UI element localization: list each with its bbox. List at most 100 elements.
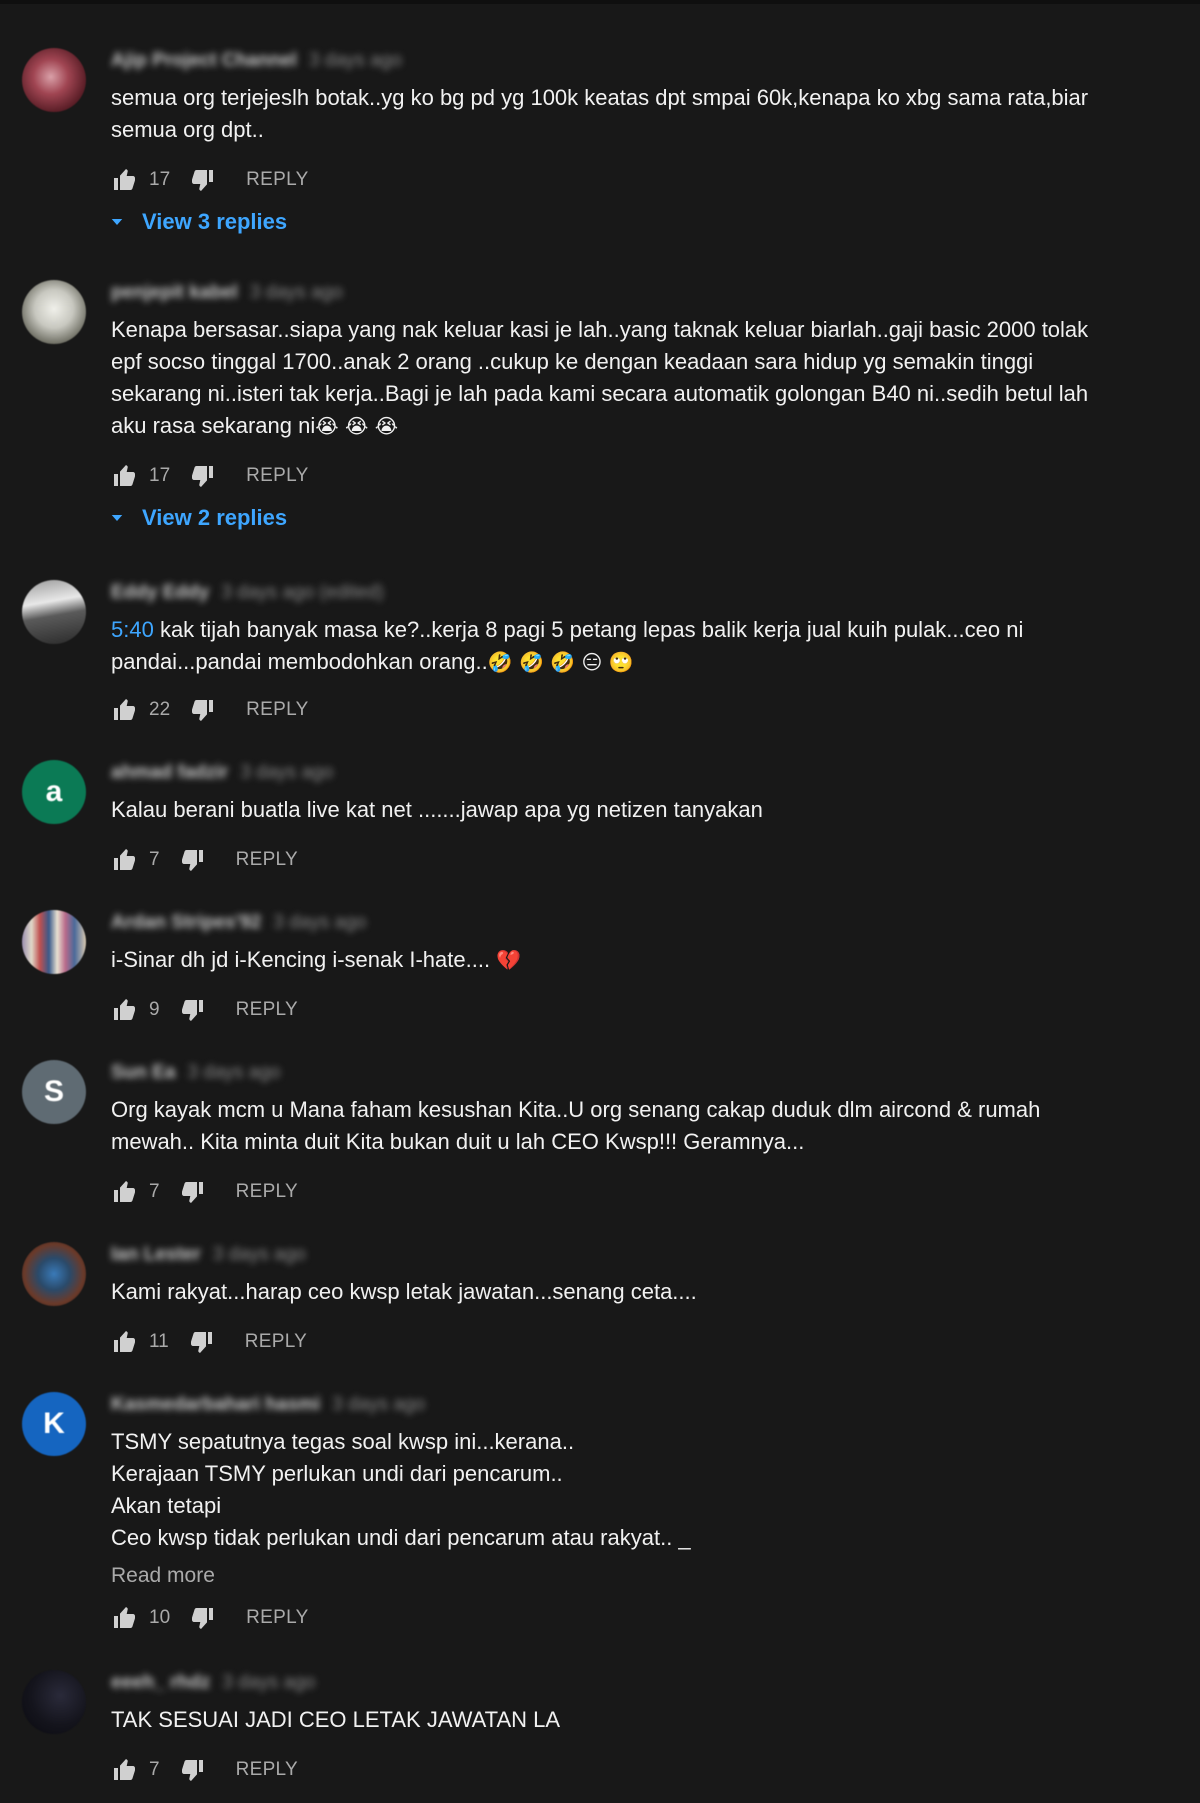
comment-time[interactable]: 3 days ago <box>187 1062 280 1084</box>
thumbs-down-icon[interactable] <box>180 847 206 873</box>
broken-heart-emoji: 💔 <box>496 948 522 972</box>
author-name[interactable]: Sun Ea <box>111 1062 175 1084</box>
author-name[interactable]: ahmad fadzir <box>111 762 228 784</box>
thumbs-up-icon[interactable] <box>111 847 137 873</box>
comment-line: semua org terjejeslh botak..yg ko bg pd … <box>111 85 1089 110</box>
reply-button[interactable]: REPLY <box>236 849 298 871</box>
thumbs-up-icon[interactable] <box>111 463 137 489</box>
author-name[interactable]: penjepit kabel <box>111 282 238 304</box>
video-timestamp-link[interactable]: 5:40 <box>111 617 154 642</box>
comment-text: semua org terjejeslh botak..yg ko bg pd … <box>111 82 1111 146</box>
reply-button[interactable]: REPLY <box>236 1181 298 1203</box>
thumbs-up-icon[interactable] <box>111 997 137 1023</box>
avatar[interactable] <box>22 48 86 112</box>
comment-time[interactable]: 3 days ago <box>222 1672 315 1694</box>
reply-button[interactable]: REPLY <box>246 1607 308 1629</box>
avatar[interactable] <box>22 1670 86 1734</box>
comment-line: Kami rakyat...harap ceo kwsp letak jawat… <box>111 1279 697 1304</box>
comment-line: TAK SESUAI JADI CEO LETAK JAWATAN LA <box>111 1707 561 1732</box>
laughing-emoji: 🤣 🤣 🤣 😑 🙄 <box>487 650 634 674</box>
reply-button[interactable]: REPLY <box>246 699 308 721</box>
comment-time[interactable]: 3 days ago <box>273 912 366 934</box>
avatar[interactable]: K <box>22 1392 86 1456</box>
comment-actions: 17 REPLY <box>111 462 309 490</box>
like-count: 17 <box>149 465 171 486</box>
reply-button[interactable]: REPLY <box>236 1759 298 1781</box>
comment-actions: 17 REPLY <box>111 166 309 194</box>
comment-time[interactable]: 3 days ago <box>332 1394 425 1416</box>
comment-actions: 7 REPLY <box>111 1756 298 1784</box>
comment-time[interactable]: 3 days ago (edited) <box>221 582 384 604</box>
author-name[interactable]: Ajip Project Channel <box>111 50 297 72</box>
view-replies-button[interactable]: View 3 replies <box>108 209 287 235</box>
reply-button[interactable]: REPLY <box>246 465 308 487</box>
thumbs-down-icon[interactable] <box>190 167 216 193</box>
read-more-link[interactable]: Read more <box>111 1560 1111 1592</box>
comment-text: TAK SESUAI JADI CEO LETAK JAWATAN LA <box>111 1704 1111 1736</box>
thumbs-down-icon[interactable] <box>190 463 216 489</box>
comment-header: Ardan Stripes'92 3 days ago <box>111 912 366 934</box>
comment-text: Kalau berani buatla live kat net .......… <box>111 794 1111 826</box>
thumbs-up-icon[interactable] <box>111 1605 137 1631</box>
thumbs-up-icon[interactable] <box>111 697 137 723</box>
author-name[interactable]: Ian Lester <box>111 1244 201 1266</box>
comment-header: Kasmedarbahari hasmi 3 days ago <box>111 1394 425 1416</box>
thumbs-down-icon[interactable] <box>190 1605 216 1631</box>
comment-line: Ceo kwsp tidak perlukan undi dari pencar… <box>111 1525 691 1550</box>
like-count: 22 <box>149 699 171 720</box>
thumbs-up-icon[interactable] <box>111 167 137 193</box>
thumbs-up-icon[interactable] <box>111 1329 137 1355</box>
comment-line: sekarang ni..isteri tak kerja..Bagi je l… <box>111 381 1089 406</box>
comment-line: epf socso tinggal 1700..anak 2 orang ..c… <box>111 349 1034 374</box>
comment-line-text: pandai...pandai membodohkan orang.. <box>111 649 488 674</box>
comment-line: Akan tetapi <box>111 1493 222 1518</box>
comment-header: eeeh_ rhdz 3 days ago <box>111 1672 315 1694</box>
view-replies-button[interactable]: View 2 replies <box>108 505 287 531</box>
comment-line: mewah.. Kita minta duit Kita bukan duit … <box>111 1129 805 1154</box>
comment-line: i-Sinar dh jd i-Kencing i-senak I-hate..… <box>111 944 1111 976</box>
comment-time[interactable]: 3 days ago <box>250 282 343 304</box>
comment-actions: 22 REPLY <box>111 696 309 724</box>
comment-actions: 11 REPLY <box>111 1328 307 1356</box>
thumbs-down-icon[interactable] <box>190 697 216 723</box>
thumbs-down-icon[interactable] <box>180 997 206 1023</box>
reply-button[interactable]: REPLY <box>245 1331 307 1353</box>
avatar[interactable] <box>22 280 86 344</box>
comment-line: semua org dpt.. <box>111 117 264 142</box>
like-count: 9 <box>149 999 160 1020</box>
avatar[interactable] <box>22 580 86 644</box>
thumbs-down-icon[interactable] <box>180 1757 206 1783</box>
like-count: 7 <box>149 1181 160 1202</box>
author-name[interactable]: Kasmedarbahari hasmi <box>111 1394 320 1416</box>
avatar[interactable] <box>22 1242 86 1306</box>
top-edge <box>0 0 1200 4</box>
comment-line: 5:40 kak tijah banyak masa ke?..kerja 8 … <box>111 614 1111 646</box>
comment-line: Kenapa bersasar..siapa yang nak keluar k… <box>111 317 1089 342</box>
comment-line-text: aku rasa sekarang ni <box>111 413 316 438</box>
thumbs-down-icon[interactable] <box>180 1179 206 1205</box>
chevron-down-icon <box>111 219 123 225</box>
thumbs-up-icon[interactable] <box>111 1757 137 1783</box>
reply-button[interactable]: REPLY <box>246 169 308 191</box>
comment-text: Org kayak mcm u Mana faham kesushan Kita… <box>111 1094 1111 1158</box>
author-name[interactable]: Eddy Eddy <box>111 582 209 604</box>
comment-text: Kami rakyat...harap ceo kwsp letak jawat… <box>111 1276 1111 1308</box>
comment-actions: 7 REPLY <box>111 1178 298 1206</box>
comment-text: i-Sinar dh jd i-Kencing i-senak I-hate..… <box>111 944 1111 976</box>
comment-time[interactable]: 3 days ago <box>213 1244 306 1266</box>
comment-time[interactable]: 3 days ago <box>309 50 402 72</box>
author-name[interactable]: eeeh_ rhdz <box>111 1672 210 1694</box>
avatar[interactable] <box>22 910 86 974</box>
avatar[interactable]: a <box>22 760 86 824</box>
comment-time[interactable]: 3 days ago <box>240 762 333 784</box>
like-count: 7 <box>149 1759 160 1780</box>
author-name[interactable]: Ardan Stripes'92 <box>111 912 261 934</box>
comment-line: aku rasa sekarang ni😭 😭 😭 <box>111 410 1111 442</box>
avatar[interactable]: S <box>22 1060 86 1124</box>
thumbs-up-icon[interactable] <box>111 1179 137 1205</box>
reply-button[interactable]: REPLY <box>236 999 298 1021</box>
thumbs-down-icon[interactable] <box>189 1329 215 1355</box>
comment-line: TSMY sepatutnya tegas soal kwsp ini...ke… <box>111 1429 575 1454</box>
chevron-down-icon <box>111 515 123 521</box>
view-replies-label: View 2 replies <box>142 505 288 530</box>
